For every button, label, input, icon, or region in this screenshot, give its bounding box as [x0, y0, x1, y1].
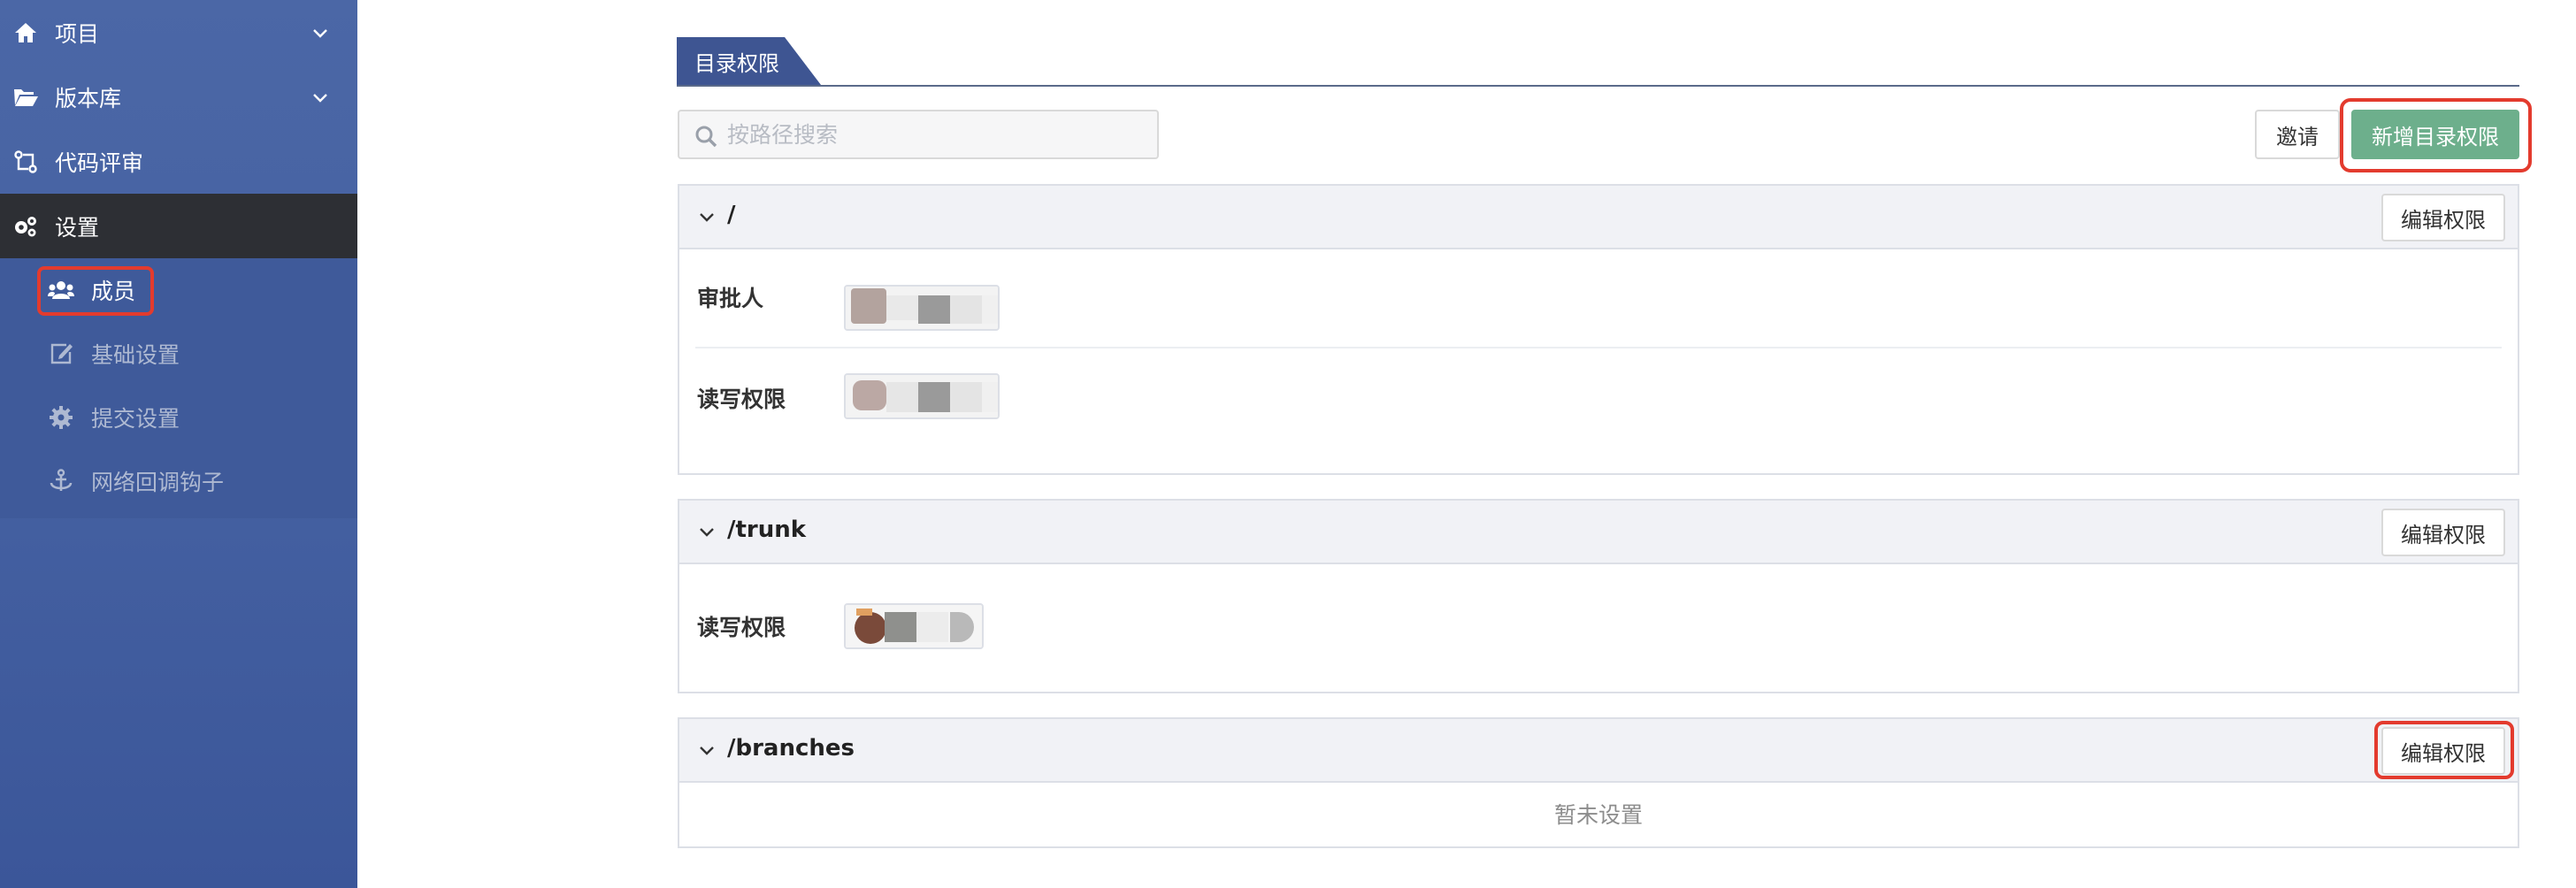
row-label: 读写权限 [697, 615, 786, 640]
permission-panel: /trunk 编辑权限 读写权限 [678, 499, 2519, 693]
panel-path: /branches [727, 735, 855, 762]
nav-item-code-review[interactable]: 代码评审 [0, 129, 357, 194]
chevron-down-icon[interactable] [697, 522, 717, 541]
search-box [678, 110, 1159, 159]
avatar[interactable] [844, 603, 984, 649]
sub-item-label: 网络回调钩子 [91, 470, 225, 495]
chevron-down-icon [313, 93, 327, 103]
edit-permission-button[interactable]: 编辑权限 [2381, 194, 2505, 241]
code-review-icon [12, 149, 39, 175]
sub-item-label: 提交设置 [91, 406, 180, 432]
add-directory-permission-button[interactable]: 新增目录权限 [2351, 110, 2519, 159]
avatar[interactable] [844, 373, 1000, 419]
avatar[interactable] [844, 285, 1000, 331]
nav-item-settings[interactable]: 设置 [0, 194, 357, 258]
sub-item-basic-settings[interactable]: 基础设置 [0, 322, 357, 386]
folder-open-icon [12, 84, 39, 111]
panel-path: / [727, 202, 736, 228]
invite-button[interactable]: 邀请 [2255, 110, 2340, 159]
permission-row: 审批人 [679, 249, 2518, 347]
nav-item-label: 版本库 [55, 85, 122, 111]
edit-permission-button[interactable]: 编辑权限 [2381, 509, 2505, 556]
nav-item-label: 设置 [55, 214, 100, 241]
tab-directory-permissions[interactable]: 目录权限 [677, 37, 821, 85]
gears-icon [12, 213, 39, 240]
row-label: 读写权限 [697, 387, 786, 412]
chevron-down-icon[interactable] [697, 207, 717, 226]
cog-icon [48, 404, 74, 431]
panel-path: /trunk [727, 517, 807, 543]
edit-permission-button[interactable]: 编辑权限 [2381, 727, 2505, 775]
sub-item-label: 成员 [91, 279, 136, 304]
users-icon [48, 277, 74, 303]
sub-item-webhooks[interactable]: 网络回调钩子 [0, 449, 357, 513]
row-label: 审批人 [697, 286, 764, 311]
sidebar: 项目 版本库 代码评审 设置 成员 基础设置 提交设置 网络回调钩子 [0, 0, 357, 888]
search-input[interactable] [727, 119, 1143, 150]
panel-header[interactable]: /trunk 编辑权限 [679, 501, 2518, 564]
panel-header[interactable]: /branches 编辑权限 [679, 719, 2518, 783]
chevron-down-icon[interactable] [697, 740, 717, 760]
nav-item-label: 项目 [55, 20, 100, 47]
sub-item-members[interactable]: 成员 [0, 258, 357, 322]
home-icon [12, 19, 39, 46]
empty-state-text: 暂未设置 [1553, 802, 1643, 828]
permission-panel: /branches 编辑权限 暂未设置 [678, 717, 2519, 848]
chevron-down-icon [313, 28, 327, 38]
nav-item-projects[interactable]: 项目 [0, 0, 357, 65]
tab-bar: 目录权限 [677, 37, 2519, 87]
panel-header[interactable]: / 编辑权限 [679, 186, 2518, 249]
permission-row: 读写权限 [679, 347, 2518, 444]
permission-panel: / 编辑权限 审批人 读写权限 [678, 184, 2519, 475]
edit-icon [48, 341, 74, 367]
sub-item-label: 基础设置 [91, 342, 180, 368]
nav-item-repository[interactable]: 版本库 [0, 65, 357, 129]
search-icon [695, 126, 717, 148]
settings-submenu: 成员 基础设置 提交设置 网络回调钩子 [0, 258, 357, 518]
permission-row: 读写权限 [679, 564, 2518, 692]
sub-item-commit-settings[interactable]: 提交设置 [0, 386, 357, 449]
nav-item-label: 代码评审 [55, 149, 144, 176]
anchor-icon [48, 468, 74, 494]
